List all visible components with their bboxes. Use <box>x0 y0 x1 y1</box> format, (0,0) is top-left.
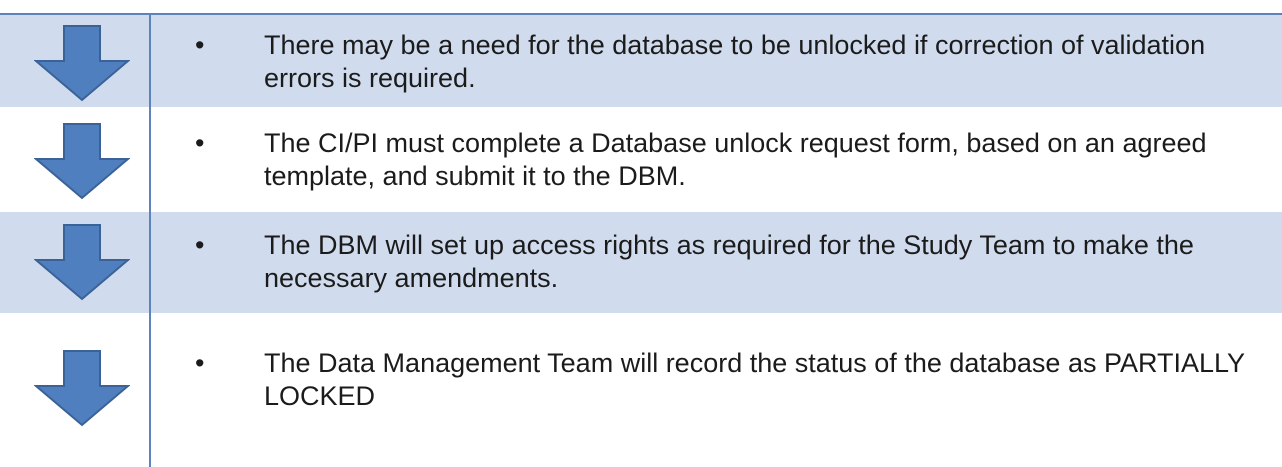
process-flow-diagram: • There may be a need for the database t… <box>0 0 1282 467</box>
bullet: • <box>195 128 205 158</box>
step-text-cell: • The Data Management Team will record t… <box>195 347 1256 413</box>
bullet: • <box>195 348 205 378</box>
step-row-4: • The Data Management Team will record t… <box>0 313 1282 467</box>
arrow-down-icon <box>34 224 130 301</box>
step-text: There may be a need for the database to … <box>264 30 1206 93</box>
column-divider <box>149 13 151 467</box>
step-text-cell: • The CI/PI must complete a Database unl… <box>195 127 1256 193</box>
step-text: The DBM will set up access rights as req… <box>264 230 1194 293</box>
step-row-1: • There may be a need for the database t… <box>0 15 1282 107</box>
step-text: The CI/PI must complete a Database unloc… <box>264 128 1207 191</box>
bullet: • <box>195 230 205 260</box>
arrow-down-icon <box>34 123 130 200</box>
bullet: • <box>195 30 205 60</box>
step-row-2: • The CI/PI must complete a Database unl… <box>0 107 1282 212</box>
step-text-cell: • The DBM will set up access rights as r… <box>195 229 1256 295</box>
step-text-cell: • There may be a need for the database t… <box>195 29 1256 95</box>
step-row-3: • The DBM will set up access rights as r… <box>0 212 1282 313</box>
arrow-down-icon <box>34 25 130 102</box>
arrow-down-icon <box>34 350 130 427</box>
step-text: The Data Management Team will record the… <box>264 348 1245 411</box>
top-divider <box>0 13 1282 15</box>
